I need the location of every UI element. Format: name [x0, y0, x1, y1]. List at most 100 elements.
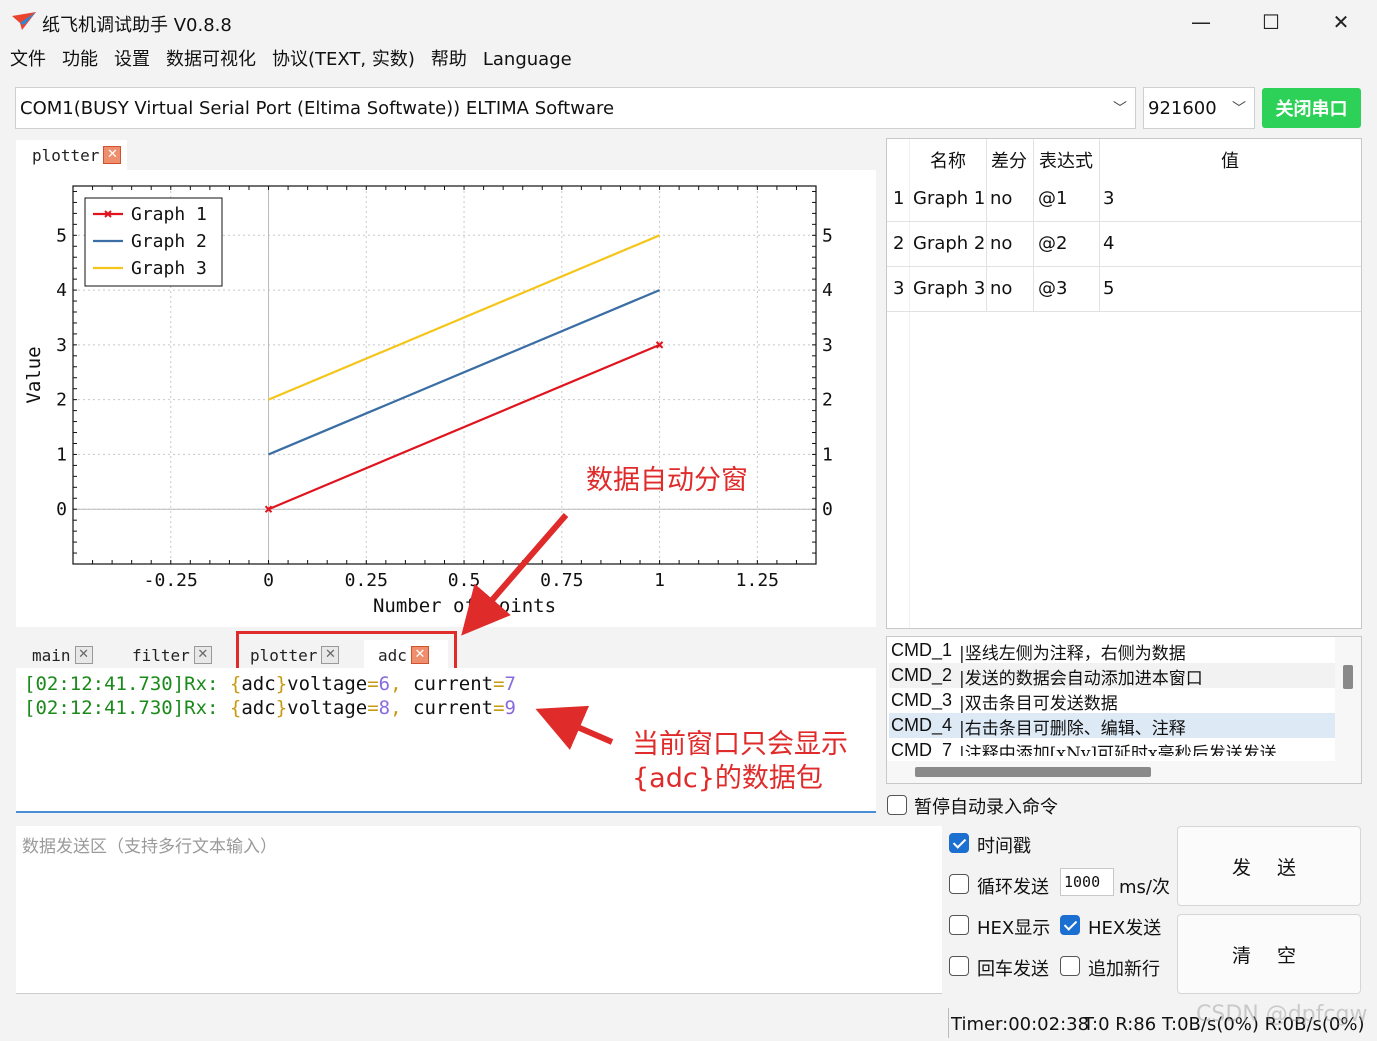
tab-label: plotter	[32, 145, 100, 165]
cell-name: Graph 2	[913, 233, 986, 254]
close-window-button[interactable]: ✕	[1306, 0, 1376, 44]
x-tick-label: -0.25	[144, 570, 198, 591]
header-expression: 表达式	[1039, 151, 1093, 172]
status-divider	[948, 1008, 949, 1038]
table-row[interactable]: 2 Graph 2 no @2 4	[887, 222, 1361, 267]
cell-value: 3	[1103, 188, 1115, 209]
menu-bar: 文件 功能 设置 数据可视化 协议(TEXT, 实数) 帮助 Language	[0, 46, 580, 76]
append-newline-checkbox[interactable]	[1060, 956, 1080, 976]
tab-plotter[interactable]: plotter ✕	[16, 140, 128, 170]
cell-name: Graph 3	[913, 278, 986, 299]
series-line	[268, 234, 661, 401]
table-row[interactable]: 3 Graph 3 no @3 5	[887, 267, 1361, 312]
annotation-only-show-line2: {adc}的数据包	[632, 763, 823, 794]
cell-diff: no	[990, 278, 1013, 299]
list-item[interactable]: CMD_7 |注释中添加[xNy]可延时x毫秒后发送发送	[889, 738, 1335, 756]
close-tab-icon[interactable]: ✕	[103, 146, 122, 164]
y-tick-label: 5	[56, 225, 67, 246]
send-textarea[interactable]: 数据发送区（支持多行文本输入）	[16, 826, 942, 994]
loop-send-checkbox[interactable]	[949, 874, 969, 894]
hex-send-checkbox[interactable]	[1060, 915, 1080, 935]
x-tick-label: 1	[654, 570, 665, 591]
list-item[interactable]: CMD_4 |右击条目可删除、编辑、注释	[889, 713, 1335, 738]
paper-plane-icon	[12, 12, 36, 30]
tab-main[interactable]: main ✕	[16, 640, 116, 670]
list-item[interactable]: CMD_1 |竖线左侧为注释，右侧为数据	[889, 638, 1335, 663]
hex-display-label: HEX显示	[977, 918, 1051, 939]
scrollbar-thumb[interactable]	[1343, 665, 1353, 689]
y-tick-label-right: 5	[822, 225, 833, 246]
menu-settings[interactable]: 设置	[106, 46, 158, 76]
send-placeholder: 数据发送区（支持多行文本输入）	[22, 837, 277, 857]
table-row[interactable]: 1 Graph 1 no @1 3	[887, 177, 1361, 222]
menu-help[interactable]: 帮助	[423, 46, 475, 76]
interval-input[interactable]: 1000	[1060, 868, 1114, 896]
list-item[interactable]: CMD_3 |双击条目可发送数据	[889, 688, 1335, 713]
x-tick-label: 0.75	[540, 570, 583, 591]
scrollbar-thumb[interactable]	[915, 767, 1151, 777]
y-tick-label-right: 4	[822, 280, 833, 301]
timestamp-label: 时间戳	[977, 836, 1031, 857]
cell-expression: @2	[1038, 233, 1068, 254]
horizontal-scrollbar[interactable]	[887, 761, 1361, 783]
vertical-scrollbar[interactable]	[1335, 637, 1361, 761]
y-tick-label: 2	[56, 390, 67, 411]
cell-expression: @3	[1038, 278, 1068, 299]
header-name: 名称	[930, 151, 966, 172]
plot-pane: -0.25 0 0.25 0.5 0.75 1 1.25 0 0 1 1 2 2 3 3 4 4 5 5 Number…	[16, 170, 876, 627]
menu-language[interactable]: Language	[475, 46, 580, 76]
tab-filter[interactable]: filter ✕	[116, 640, 236, 670]
hex-send-label: HEX发送	[1088, 918, 1162, 939]
y-axis-label: Value	[23, 346, 45, 403]
close-port-button[interactable]: 关闭串口	[1262, 88, 1361, 128]
y-tick-label-right: 3	[822, 335, 833, 356]
baud-select-value: 921600	[1148, 97, 1217, 119]
loop-send-label: 循环发送	[977, 877, 1049, 898]
x-tick-label: 0	[263, 570, 274, 591]
y-tick-label-right: 1	[822, 444, 833, 465]
send-button[interactable]: 发 送	[1177, 826, 1361, 906]
line-chart: -0.25 0 0.25 0.5 0.75 1 1.25 0 0 1 1 2 2 3 3 4 4 5 5 Number…	[23, 185, 833, 617]
rx-line: [02:12:41.730]Rx: {adc}voltage=6, curren…	[24, 673, 516, 695]
y-tick-label: 4	[56, 280, 67, 301]
command-list[interactable]: CMD_1 |竖线左侧为注释，右侧为数据 CMD_2 |发送的数据会自动添加进本窗口…	[886, 636, 1362, 784]
row-index: 2	[893, 233, 905, 254]
row-index: 1	[893, 188, 905, 209]
annotation-auto-split: 数据自动分窗	[586, 465, 748, 496]
close-tab-icon[interactable]: ✕	[193, 646, 212, 664]
menu-visualization[interactable]: 数据可视化	[158, 46, 264, 76]
pause-record-checkbox[interactable]	[887, 795, 907, 815]
port-select[interactable]: COM1(BUSY Virtual Serial Port (Eltima So…	[15, 87, 1136, 129]
enter-send-checkbox[interactable]	[949, 956, 969, 976]
x-axis-label: Number of points	[373, 595, 556, 617]
cell-name: Graph 1	[913, 188, 986, 209]
minimize-icon: —	[1191, 10, 1211, 34]
legend-label: Graph 1	[131, 204, 207, 225]
legend-label: Graph 3	[131, 258, 207, 279]
timestamp-checkbox[interactable]	[949, 833, 969, 853]
list-item[interactable]: CMD_2 |发送的数据会自动添加进本窗口	[889, 663, 1335, 688]
header-diff: 差分	[991, 151, 1027, 172]
cell-value: 4	[1103, 233, 1115, 254]
cell-diff: no	[990, 188, 1013, 209]
header-value: 值	[1221, 151, 1239, 172]
menu-file[interactable]: 文件	[0, 46, 54, 76]
menu-protocol[interactable]: 协议(TEXT, 实数)	[264, 46, 423, 76]
variable-table: 名称 差分 表达式 值 1 Graph 1 no @1 3 2 Graph 2 …	[886, 138, 1362, 629]
status-counts: T:0 R:86	[1083, 1014, 1157, 1035]
close-tab-icon[interactable]: ✕	[74, 646, 93, 664]
maximize-button[interactable]: ☐	[1236, 0, 1306, 44]
menu-function[interactable]: 功能	[54, 46, 106, 76]
clear-button[interactable]: 清 空	[1177, 914, 1361, 994]
minimize-button[interactable]: —	[1166, 0, 1236, 44]
row-index: 3	[893, 278, 905, 299]
table-header: 名称 差分 表达式 值	[887, 139, 1361, 179]
status-timer: Timer:00:02:38	[951, 1014, 1090, 1035]
cell-value: 5	[1103, 278, 1115, 299]
hex-display-checkbox[interactable]	[949, 915, 969, 935]
plot-tab-bar: plotter ✕	[16, 138, 128, 170]
close-icon: ✕	[1332, 10, 1350, 34]
series-line	[268, 289, 661, 456]
chevron-down-icon: ﹀	[1232, 101, 1246, 117]
baud-select[interactable]: 921600 ﹀	[1143, 87, 1255, 129]
